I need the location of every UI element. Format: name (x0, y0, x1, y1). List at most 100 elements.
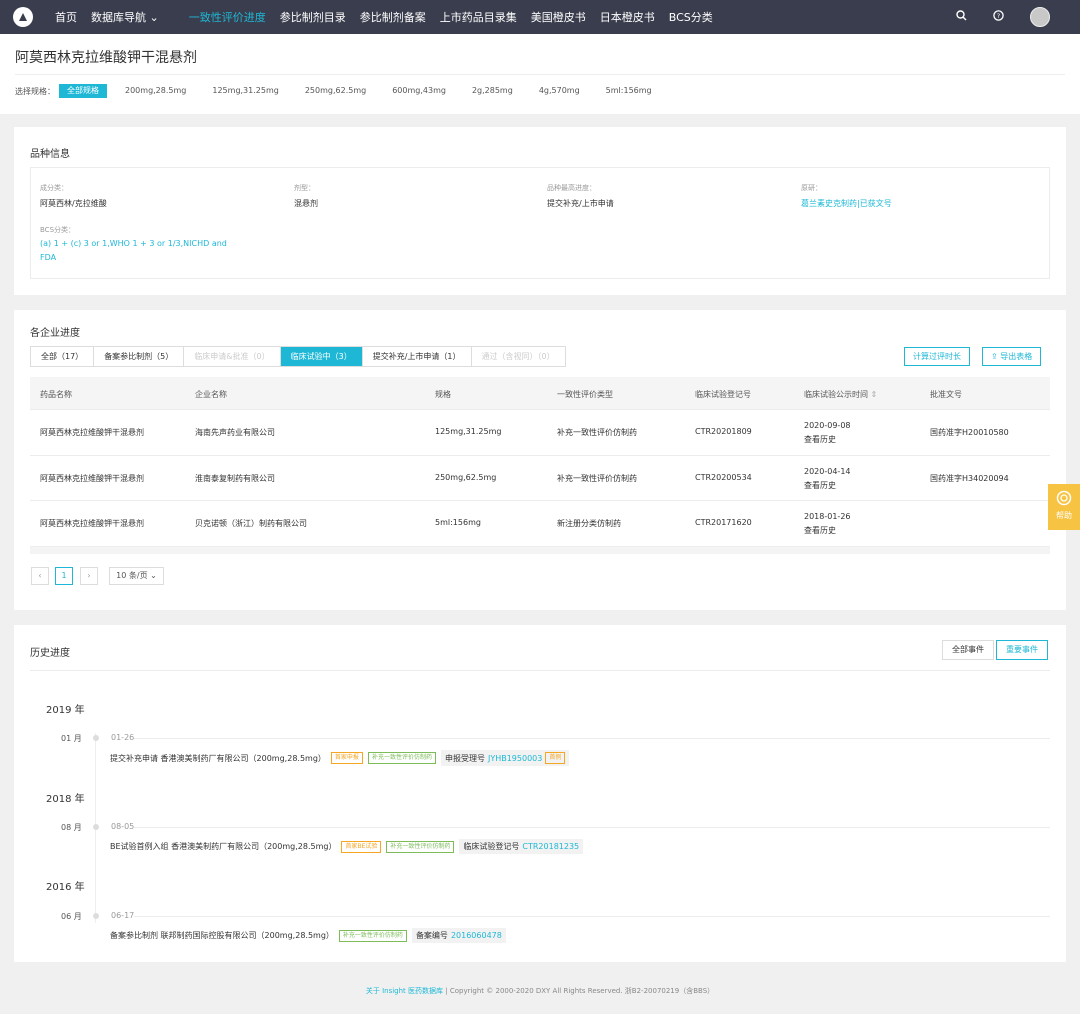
cell-drug: 阿莫西林克拉维酸钾干混悬剂 (40, 519, 144, 528)
cell-reg-link[interactable]: CTR20200534 (695, 473, 752, 482)
footer-about-link[interactable]: 关于 Insight 医药数据库 (366, 987, 443, 995)
nav-home[interactable]: 首页 (55, 9, 77, 25)
spec-option[interactable]: 200mg,28.5mg (117, 84, 194, 98)
help-float-button[interactable]: 帮助 (1048, 484, 1080, 530)
cell-company: 贝克诺顿（浙江）制药有限公司 (195, 519, 307, 528)
spec-option[interactable]: 5ml:156mg (598, 84, 660, 98)
timeline-year: 2016 年 (46, 882, 85, 893)
tab-passed: 通过（含视同）（0） (481, 352, 555, 361)
origin-link[interactable]: 葛兰素史克制药|已获文号 (801, 198, 892, 209)
help-label: 帮助 (1056, 511, 1072, 520)
bcs-value-line1[interactable]: (a) 1 + (c) 3 or 1,WHO 1 + 3 or 1/3,NICH… (40, 239, 227, 248)
cell-spec: 250mg,62.5mg (435, 473, 497, 482)
event-divider (134, 827, 1050, 828)
row-divider (30, 500, 1050, 501)
page-size-select[interactable]: 10 条/页 ⌄ (109, 567, 164, 585)
event-info-box: 临床试验登记号 CTR20181235 (459, 839, 584, 854)
variety-info-card: 品种信息 成分类： 阿莫西林/克拉维酸 剂型： 混悬剂 品种最高进度： 提交补充… (14, 127, 1066, 295)
nav-reference-catalog[interactable]: 参比制剂目录 (280, 9, 346, 25)
all-events-button[interactable]: 全部事件 (942, 640, 994, 660)
export-table-button[interactable]: ⇪ 导出表格 (982, 347, 1042, 366)
sort-icon: ⇕ (870, 390, 878, 399)
cell-approval-link[interactable]: 国药准字H34020094 (930, 473, 1009, 484)
spec-option[interactable]: 250mg,62.5mg (297, 84, 374, 98)
enterprise-progress-card: 各企业进度 全部（17） 备案参比制剂（5） 临床申请&批准（0） 临床试验中（… (14, 310, 1066, 610)
page-number-button[interactable]: 1 (55, 567, 73, 585)
tab-all[interactable]: 全部（17） (31, 347, 95, 366)
event-divider (134, 738, 1050, 739)
view-history-link[interactable]: 查看历史 (804, 480, 836, 491)
component-value: 阿莫西林/克拉维酸 (40, 199, 107, 208)
calc-duration-button[interactable]: 计算过评时长 (904, 347, 970, 366)
history-title: 历史进度 (30, 648, 70, 659)
cell-type: 补充一致性评价仿制药 (557, 428, 637, 437)
search-icon[interactable] (956, 10, 967, 24)
event-text: 备案参比制剂 联邦制药国际控股有限公司（200mg,28.5mg） (110, 931, 334, 940)
nav-us-orange-book[interactable]: 美国橙皮书 (531, 9, 586, 25)
avatar[interactable] (1030, 7, 1050, 27)
next-page-button[interactable]: › (80, 567, 98, 585)
view-history-link[interactable]: 查看历史 (804, 434, 836, 445)
timeline-dot (93, 913, 99, 919)
row-divider (30, 409, 1050, 410)
event-info-label: 临床试验登记号 (463, 842, 520, 851)
help-icon (1048, 490, 1080, 508)
view-history-link[interactable]: 查看历史 (804, 525, 836, 536)
origin-label: 原研： (801, 184, 822, 192)
enterprise-title: 各企业进度 (30, 328, 80, 339)
nav-consistency[interactable]: 一致性评价进度 (189, 9, 266, 25)
spec-option-all[interactable]: 全部规格 (59, 84, 107, 98)
cell-approval-link[interactable]: 国药准字H20010580 (930, 427, 1009, 438)
event-info-link[interactable]: JYHB1950003 (488, 754, 542, 763)
history-card: 历史进度 全部事件 重要事件 2019 年 01 月 01-26 提交补充申请 … (14, 625, 1066, 962)
prev-page-button[interactable]: ‹ (31, 567, 49, 585)
col-date-label: 临床试验公示时间 (804, 390, 868, 399)
tab-clinical-trial[interactable]: 临床试验中（3） (280, 347, 363, 366)
nav-bcs[interactable]: BCS分类 (669, 9, 713, 25)
timeline-year: 2019 年 (46, 705, 85, 716)
spec-option[interactable]: 600mg,43mg (384, 84, 454, 98)
timeline-month: 01 月 (61, 734, 82, 743)
cell-spec: 5ml:156mg (435, 518, 481, 527)
timeline-event: 备案参比制剂 联邦制药国际控股有限公司（200mg,28.5mg） 补充一致性评… (110, 928, 506, 943)
timeline-month: 08 月 (61, 823, 82, 832)
event-info-tag: 首例 (545, 752, 566, 764)
spec-option[interactable]: 125mg,31.25mg (204, 84, 286, 98)
spec-option[interactable]: 2g,285mg (464, 84, 521, 98)
cell-reg-link[interactable]: CTR20201809 (695, 427, 752, 436)
important-events-button[interactable]: 重要事件 (996, 640, 1048, 660)
component-label: 成分类： (40, 184, 68, 192)
row-divider (30, 455, 1050, 456)
form-value: 混悬剂 (294, 199, 318, 208)
event-info-box: 备案编号 2016060478 (411, 928, 506, 943)
nav-reference-filing[interactable]: 参比制剂备案 (360, 9, 426, 25)
export-label: 导出表格 (1000, 352, 1033, 361)
tab-reference-filing[interactable]: 备案参比制剂（5） (94, 347, 185, 366)
col-date[interactable]: 临床试验公示时间 ⇕ (804, 389, 877, 400)
tab-submitted[interactable]: 提交补充/上市申请（1） (363, 347, 472, 366)
cell-reg-link[interactable]: CTR20171620 (695, 518, 752, 527)
nav-database[interactable]: 数据库导航 ⌄ (91, 9, 159, 25)
timeline-event: 提交补充申请 香港澳美制药厂有限公司（200mg,28.5mg） 首家申报 补充… (110, 750, 570, 766)
question-icon[interactable]: ? (993, 10, 1004, 24)
timeline-dot (93, 824, 99, 830)
cell-date: 2020-09-08 (804, 421, 851, 430)
event-info-link[interactable]: CTR20181235 (522, 842, 579, 851)
nav-jp-orange-book[interactable]: 日本橙皮书 (600, 9, 655, 25)
event-info-box: 申报受理号 JYHB1950003 首例 (440, 750, 570, 766)
event-tag-type: 补充一致性评价仿制药 (367, 752, 436, 764)
horizontal-scrollbar[interactable] (30, 546, 1050, 554)
logo-icon[interactable] (13, 7, 33, 27)
page-title: 阿莫西林克拉维酸钾干混悬剂 (15, 50, 197, 66)
nav-listed-drugs[interactable]: 上市药品目录集 (440, 9, 517, 25)
event-info-link[interactable]: 2016060478 (451, 931, 502, 940)
event-tag-first: 首家申报 (330, 752, 363, 764)
col-approval: 批准文号 (930, 390, 962, 399)
footer-copyright: | Copyright © 2000-2020 DXY All Rights R… (443, 987, 715, 995)
divider (30, 670, 1050, 671)
col-type: 一致性评价类型 (557, 390, 613, 399)
cell-type: 新注册分类仿制药 (557, 519, 621, 528)
spec-option[interactable]: 4g,570mg (531, 84, 588, 98)
bcs-value-line2[interactable]: FDA (40, 253, 56, 262)
event-info-label: 申报受理号 (444, 753, 485, 763)
